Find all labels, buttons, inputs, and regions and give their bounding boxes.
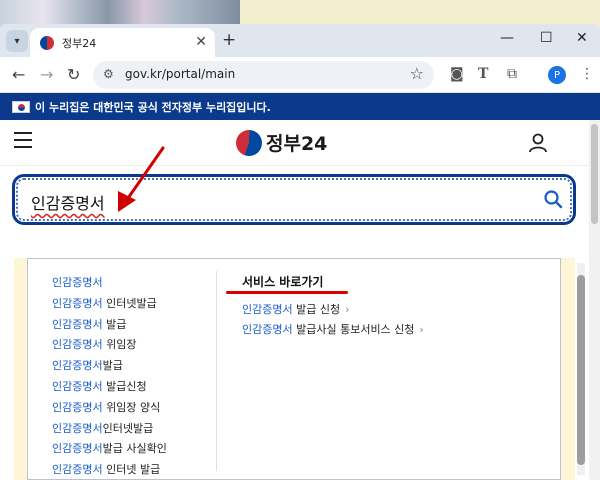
suggestion-highlight: 인감증명서: [52, 421, 103, 435]
official-site-banner: 이 누리집은 대한민국 공식 전자정부 누리집입니다.: [0, 93, 600, 120]
suggestion-rest: 인터넷 발급: [102, 463, 161, 477]
service-link[interactable]: 인감증명서 발급 신청 ›: [242, 300, 424, 320]
suggestion-highlight: 인감증명서: [52, 400, 103, 414]
window-close-icon[interactable]: ✕: [576, 30, 588, 46]
suggestion-item[interactable]: 인감증명서 발급: [52, 315, 167, 336]
minimize-icon[interactable]: —: [500, 30, 514, 46]
suggestion-rest: 발급 사실확인: [102, 442, 167, 456]
chevron-right-icon: ›: [345, 303, 350, 316]
suggestion-list: 인감증명서 인감증명서 인터넷발급 인감증명서 발급 인감증명서 위임장 인감증명서발급…: [52, 273, 167, 480]
search-input[interactable]: 인감증명서: [12, 174, 576, 225]
suggestion-highlight: 인감증명서: [52, 296, 103, 310]
suggestion-item[interactable]: 인감증명서인터넷발급: [52, 419, 167, 440]
suggestion-highlight: 인감증명서: [52, 379, 103, 393]
dropdown-scroll-thumb[interactable]: [577, 275, 585, 465]
suggestion-highlight: 인감증명서: [52, 359, 103, 373]
suggestion-item[interactable]: 인감증명서 발급신청: [52, 377, 167, 398]
page-content: 이 누리집은 대한민국 공식 전자정부 누리집입니다. 정부24 인감증명서 인…: [0, 93, 600, 480]
shortcuts-title: 서비스 바로가기: [242, 275, 324, 289]
maximize-icon[interactable]: ☐: [540, 30, 553, 46]
suggestion-highlight: 인감증명서: [52, 338, 103, 352]
reload-icon[interactable]: ↻: [67, 65, 80, 84]
suggestion-item[interactable]: 인감증명서 위임장 양식: [52, 398, 167, 419]
extensions-icon[interactable]: ⧉: [507, 66, 517, 82]
tab-title: 정부24: [62, 36, 97, 50]
service-link[interactable]: 인감증명서 발급사실 통보서비스 신청 ›: [242, 320, 424, 340]
taegeuk-logo-icon: [236, 129, 262, 156]
service-link-rest: 발급사실 통보서비스 신청: [292, 323, 415, 336]
page-scrollbar[interactable]: [589, 120, 600, 480]
menu-icon[interactable]: ⋮: [580, 66, 594, 82]
site-header: 정부24: [0, 120, 600, 166]
forward-icon[interactable]: →: [40, 65, 53, 84]
user-icon[interactable]: [528, 133, 548, 153]
profile-avatar[interactable]: P: [548, 66, 566, 84]
suggestion-rest: 위임장 양식: [102, 400, 161, 414]
tab-strip: ▾ 정부24 ✕ + — ☐ ✕: [0, 24, 600, 57]
suggestion-item[interactable]: 인감증명서 인터넷발급: [52, 294, 167, 315]
suggestion-item[interactable]: 인감증명서발급 사실확인: [52, 439, 167, 460]
url-text: gov.kr/portal/main: [125, 67, 236, 81]
logo-text: 정부24: [266, 133, 328, 155]
site-info-icon[interactable]: ⚙: [103, 67, 114, 81]
suggestion-rest: 발급: [102, 359, 123, 373]
suggestion-highlight: 인감증명서: [52, 276, 103, 289]
banner-text: 이 누리집은 대한민국 공식 전자정부 누리집입니다.: [35, 100, 271, 114]
suggestion-highlight: 인감증명서: [52, 442, 103, 456]
column-divider: [216, 271, 217, 471]
suggestion-rest: 인터넷발급: [102, 421, 154, 435]
service-link-rest: 발급 신청: [292, 303, 341, 316]
camera-icon[interactable]: ◙: [450, 66, 464, 82]
suggestion-highlight: 인감증명서: [52, 463, 103, 477]
service-link-highlight: 인감증명서: [242, 323, 293, 336]
suggestion-item[interactable]: 인감증명서: [52, 273, 167, 294]
address-bar[interactable]: ⚙ gov.kr/portal/main ☆: [93, 61, 434, 89]
suggestion-item[interactable]: 인감증명서발급: [52, 356, 167, 377]
suggestion-item[interactable]: 인감증명서 인터넷 발급: [52, 460, 167, 480]
suggestion-highlight: 인감증명서: [52, 317, 103, 331]
favicon-icon: [40, 35, 54, 50]
back-icon[interactable]: ←: [12, 65, 25, 84]
site-logo[interactable]: 정부24: [236, 129, 327, 156]
suggestion-rest: 인터넷발급: [102, 296, 157, 310]
annotation-underline: [226, 291, 348, 294]
hamburger-menu-icon[interactable]: [14, 132, 32, 153]
browser-tab[interactable]: 정부24 ✕: [30, 28, 215, 57]
browser-window: ▾ 정부24 ✕ + — ☐ ✕ ← → ↻ ⚙ gov.kr/portal/m…: [0, 24, 600, 480]
suggestion-rest: 발급신청: [102, 379, 147, 393]
close-icon[interactable]: ✕: [195, 34, 207, 50]
browser-toolbar: ← → ↻ ⚙ gov.kr/portal/main ☆ ◙ T ⧉ P ⋮: [0, 57, 600, 93]
new-tab-icon[interactable]: +: [222, 30, 236, 50]
suggestion-rest: 위임장: [102, 338, 137, 352]
service-shortcuts: 서비스 바로가기 인감증명서 발급 신청 › 인감증명서 발급사실 통보서비스 신청…: [242, 273, 424, 340]
korea-flag-icon: [12, 100, 30, 113]
dropdown-scrollbar[interactable]: [577, 263, 585, 475]
search-icon[interactable]: [543, 189, 563, 209]
search-value: 인감증명서: [31, 194, 105, 213]
chevron-right-icon: ›: [419, 323, 424, 336]
search-area: 인감증명서: [0, 166, 600, 226]
page-scroll-thumb[interactable]: [591, 124, 598, 224]
bookmark-star-icon[interactable]: ☆: [410, 64, 424, 83]
suggestion-item[interactable]: 인감증명서 위임장: [52, 335, 167, 356]
tab-search-icon[interactable]: ▾: [6, 30, 28, 52]
translate-icon[interactable]: T: [478, 66, 488, 82]
suggestion-rest: 발급: [102, 317, 127, 331]
service-link-highlight: 인감증명서: [242, 303, 293, 316]
